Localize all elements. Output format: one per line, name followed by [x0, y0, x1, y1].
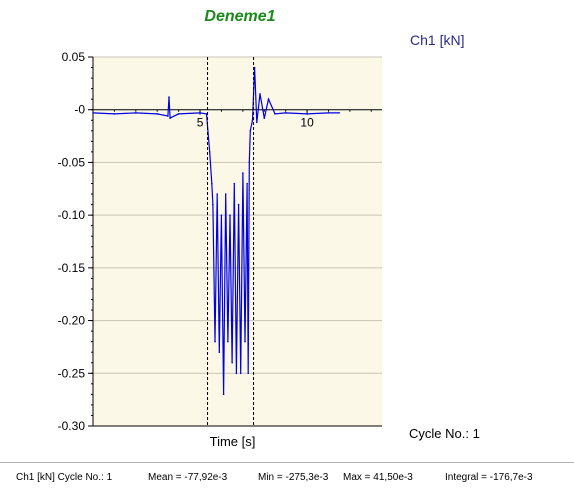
status-min: Min = -275,3e-3: [258, 472, 329, 483]
y-tick-label: -0.15: [58, 261, 86, 275]
data-point: [247, 372, 250, 375]
data-point: [237, 203, 240, 206]
y-tick-label: -0.25: [58, 366, 86, 380]
data-point: [222, 393, 225, 396]
y-tick-label: 0.05: [62, 50, 86, 64]
data-point: [135, 112, 137, 114]
data-point: [239, 372, 242, 375]
data-point: [267, 98, 270, 100]
data-point: [229, 214, 231, 216]
data-point: [92, 112, 94, 114]
data-point: [224, 193, 227, 195]
status-bar: Ch1 [kN] Cycle No.: 1 Mean = -77,92e-3 M…: [0, 462, 574, 496]
data-point: [306, 113, 308, 115]
y-tick-label: -0.20: [58, 314, 86, 328]
data-point: [113, 113, 116, 115]
data-point: [156, 113, 159, 115]
data-point: [216, 193, 218, 195]
data-point: [249, 130, 252, 132]
data-point: [246, 182, 248, 185]
data-point: [208, 151, 211, 153]
data-point: [327, 112, 330, 114]
data-point: [263, 117, 266, 119]
x-axis-label: Time [s]: [209, 434, 256, 449]
y-tick-label: -0: [74, 103, 85, 117]
data-point: [284, 112, 287, 114]
data-point: [274, 113, 276, 115]
x-tick-label: 5: [197, 116, 204, 130]
status-mean: Mean = -77,92e-3: [148, 472, 228, 483]
data-point: [212, 203, 214, 206]
x-tick-label: 10: [300, 116, 314, 130]
status-channel: Ch1 [kN] Cycle No.: 1: [16, 472, 113, 483]
data-point: [338, 112, 340, 114]
data-point: [255, 121, 258, 124]
y-tick-label: -0.30: [58, 419, 86, 433]
data-point: [214, 340, 216, 343]
status-max: Max = 41,50e-3: [343, 472, 413, 483]
data-point: [233, 182, 236, 185]
data-point: [211, 182, 213, 185]
y-tick-label: -0.10: [58, 208, 86, 222]
data-point: [248, 161, 251, 164]
data-point: [169, 117, 171, 119]
data-point: [218, 351, 221, 354]
plot-canvas: 0.05 -0 -0.05 -0.10 -0.15 -0.20 -0.25 -0.30 5 10: [58, 50, 382, 433]
data-point: [205, 113, 208, 115]
data-point: [235, 372, 238, 375]
data-point: [167, 115, 169, 117]
data-point: [231, 361, 233, 364]
cycle-label: Cycle No.: 1: [409, 426, 480, 441]
data-point: [259, 93, 261, 95]
data-point: [244, 340, 246, 343]
status-integral: Integral = -176,7e-3: [445, 472, 533, 483]
data-point: [251, 119, 254, 122]
data-point: [168, 96, 170, 98]
data-point: [253, 66, 256, 69]
y-tick-label: -0.05: [58, 155, 86, 169]
data-point: [199, 112, 201, 114]
data-point: [220, 214, 223, 216]
data-point: [177, 113, 180, 115]
data-point: [227, 340, 229, 343]
data-point: [242, 172, 244, 174]
